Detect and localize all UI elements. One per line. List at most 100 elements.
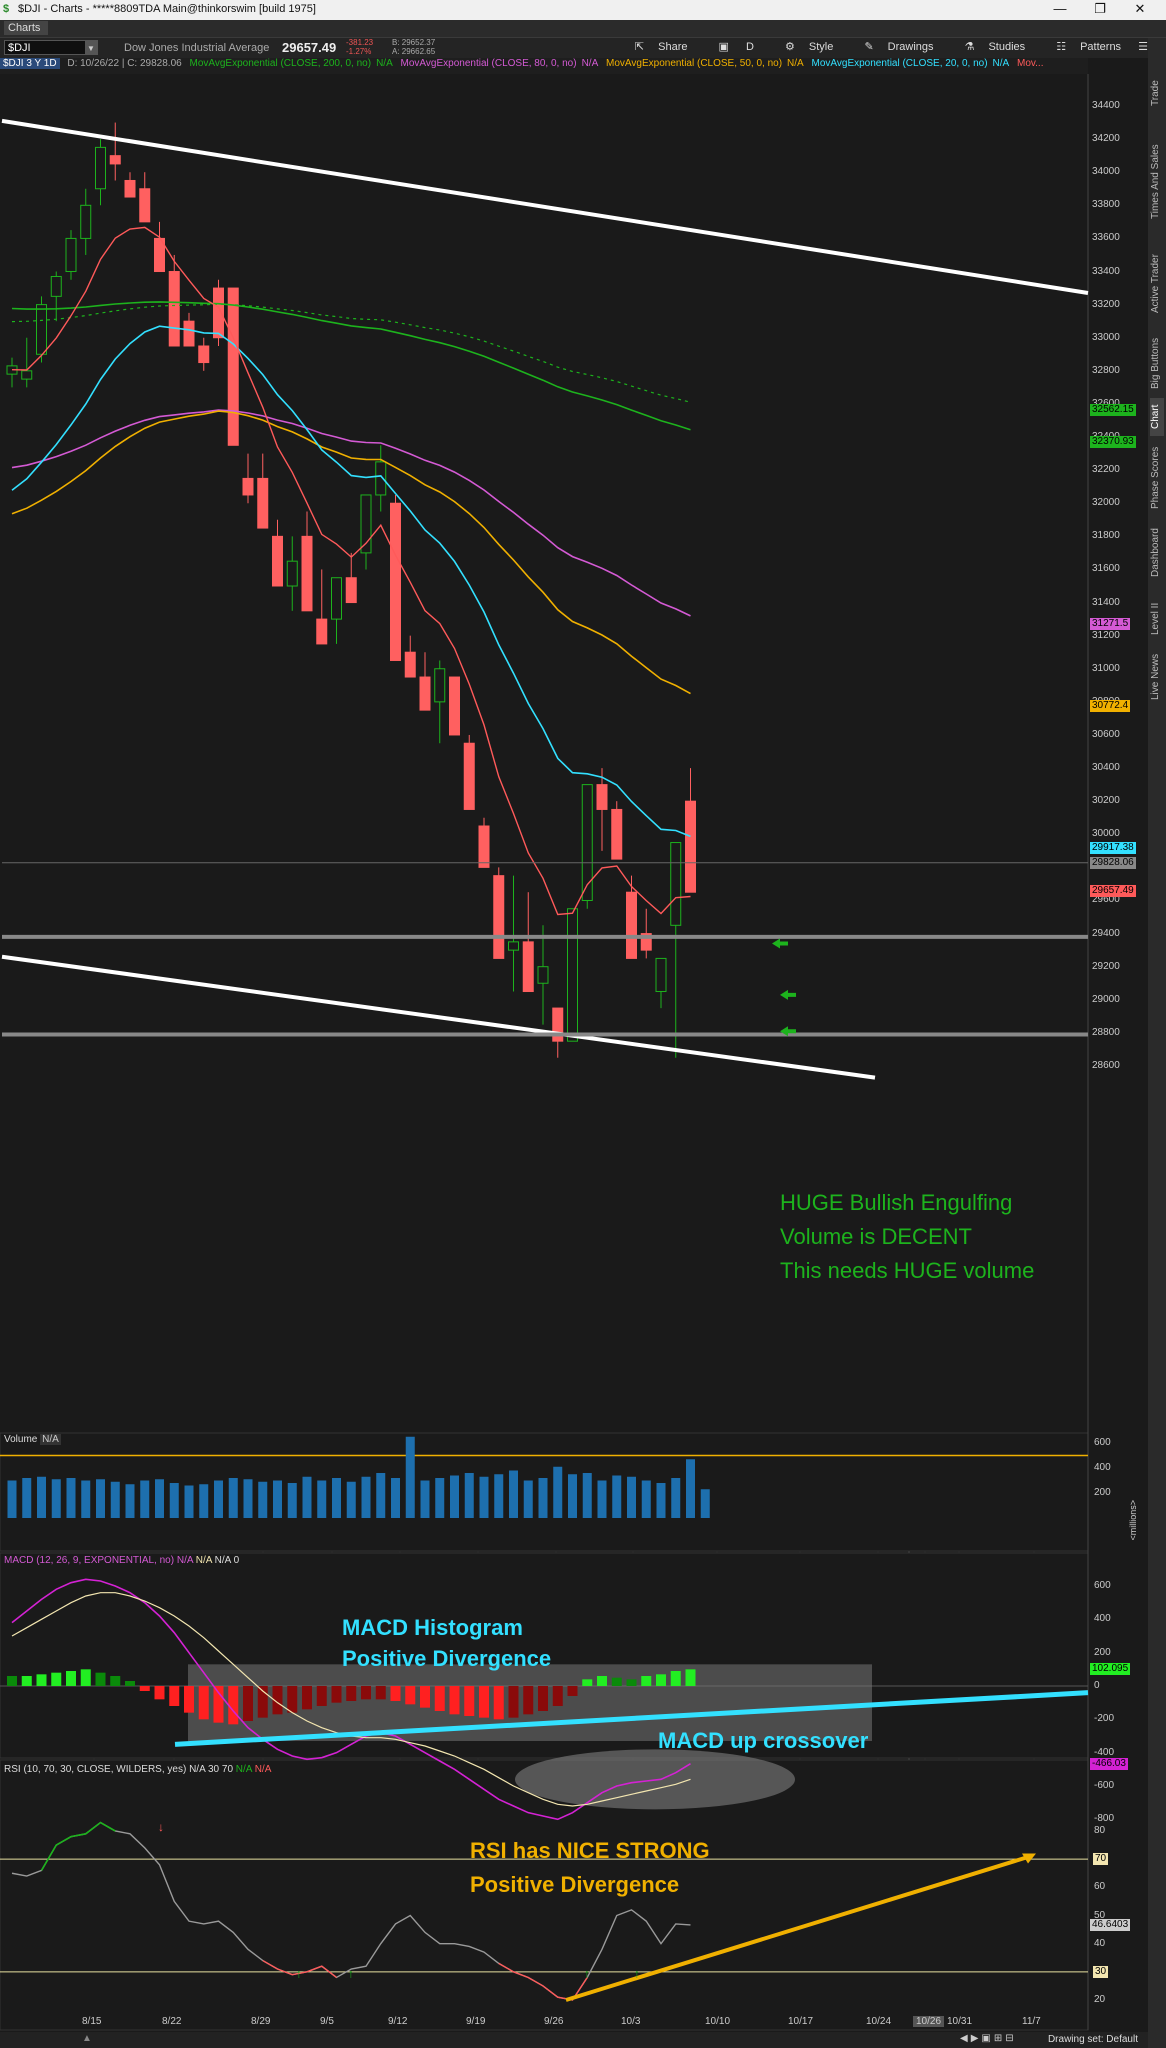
volume-bar (22, 1478, 32, 1518)
volume-pane-label: Volume N/A (4, 1434, 61, 1445)
down-arrow-icon: ↓ (158, 1820, 164, 1834)
macd-tick-label: 600 (1094, 1580, 1111, 1591)
right-tab-active-trader[interactable]: Active Trader (1150, 243, 1164, 325)
restore-icon[interactable]: ❐ (1080, 1, 1120, 17)
volume-bar (686, 1459, 695, 1518)
up-arrow-icon: ↑ (296, 1966, 302, 1980)
date-tick-label: 8/22 (162, 2016, 182, 2027)
candle-body (375, 461, 387, 496)
minimize-icon[interactable]: — (1040, 1, 1080, 16)
price-tick-label: 31800 (1092, 530, 1120, 542)
price-tag: 32562.15 (1090, 404, 1136, 417)
right-tab-live-news[interactable]: Live News (1150, 646, 1164, 708)
candle-body (242, 477, 254, 496)
right-tab-times-and-sales[interactable]: Times And Sales (1150, 128, 1164, 236)
candle-body (272, 535, 283, 587)
price-tick-label: 31600 (1092, 563, 1120, 575)
volume-label: Volume (4, 1434, 38, 1445)
macd-histogram-bar (479, 1686, 489, 1718)
price-tag: 32370.93 (1090, 435, 1136, 448)
macd-histogram-bar (287, 1686, 298, 1713)
right-tab-big-buttons[interactable]: Big Buttons (1150, 328, 1164, 398)
volume-bar (199, 1484, 209, 1518)
volume-bar (140, 1480, 150, 1518)
volume-bar (66, 1478, 76, 1518)
candle-body (522, 941, 534, 993)
volume-bar (51, 1479, 61, 1518)
volume-bar (317, 1480, 327, 1518)
right-tab-chart[interactable]: Chart (1150, 398, 1164, 436)
price-tick-label: 33800 (1092, 199, 1120, 211)
right-tab-trade[interactable]: Trade (1150, 68, 1164, 118)
up-arrow-icon: ↑ (584, 1966, 590, 1980)
volume-bar (214, 1480, 223, 1518)
date-tick-label: 9/26 (544, 2016, 564, 2027)
candle-body (537, 966, 549, 984)
volume-bar (37, 1476, 46, 1518)
macd-histogram-bar (243, 1686, 253, 1721)
date-tick-label: 10/10 (705, 2016, 731, 2027)
macd-histogram-bar (538, 1686, 548, 1711)
rsi-line-1: RSI has NICE STRONG (470, 1838, 710, 1863)
volume-bar (7, 1480, 17, 1518)
rsi-value-tag: 46.6403 (1090, 1918, 1131, 1931)
price-tag: 30772.4 (1090, 700, 1131, 713)
macd-na1: N/A (176, 1555, 193, 1566)
date-tick-label: 10/31 (947, 2016, 973, 2027)
macd-histogram-bar (198, 1686, 209, 1720)
macd-histogram-bar (375, 1686, 386, 1700)
macd-hist-line-2: Positive Divergence (342, 1646, 552, 1671)
volume-bar (494, 1474, 504, 1518)
price-chart[interactable]: 8/19/229/16/2210/21/22 ↓↑↑↑↑ (0, 38, 1148, 2048)
date-tick-label: 10/24 (866, 2016, 892, 2027)
macd-histogram-bar (493, 1686, 504, 1720)
candle-body (257, 477, 269, 529)
candle-body (227, 287, 239, 446)
scroll-up-icon[interactable]: ▲ (82, 2033, 92, 2044)
macd-histogram-bar (390, 1686, 401, 1701)
volume-bar (125, 1484, 135, 1518)
close-icon[interactable]: ✕ (1120, 1, 1160, 17)
engulf-line-2: Volume is DECENT (780, 1224, 972, 1249)
date-tick-label: 9/5 (320, 2016, 334, 2027)
candle-body (404, 651, 416, 678)
right-tab-phase-scores[interactable]: Phase Scores (1150, 438, 1164, 518)
volume-bar (641, 1480, 651, 1518)
macd-histogram-bar (125, 1681, 135, 1686)
macd-histogram-bar (523, 1686, 534, 1715)
candle-body (685, 800, 696, 893)
price-tick-label: 34400 (1092, 100, 1120, 111)
candle-body (463, 742, 475, 810)
rsi-na: N/A (189, 1764, 206, 1775)
candle-body (434, 668, 446, 703)
volume-bar (627, 1476, 636, 1518)
price-tick-label: 32200 (1092, 464, 1120, 476)
volume-tick-label: 600 (1094, 1437, 1111, 1448)
macd-na2: N/A (195, 1555, 212, 1566)
date-tick-label: 8/29 (251, 2016, 271, 2027)
right-tab-level-ii[interactable]: Level II (1150, 594, 1164, 644)
volume-bar (582, 1473, 592, 1518)
macd-histogram-bar (656, 1674, 666, 1686)
zoom-controls-icon[interactable]: ◀▶▣⊞⊟ (960, 2033, 1017, 2044)
price-tick-label: 30200 (1092, 795, 1120, 807)
tab-charts[interactable]: Charts (4, 21, 49, 35)
right-tab-dashboard[interactable]: Dashboard (1150, 518, 1164, 588)
macd-histogram-bar (95, 1672, 106, 1686)
macd-histogram-bar (139, 1686, 150, 1691)
price-tick-label: 30400 (1092, 762, 1120, 774)
rsi-tick-label: 40 (1094, 1937, 1106, 1949)
candle-body (419, 676, 431, 711)
price-tick-label: 32000 (1092, 497, 1120, 509)
up-arrow-icon: ↑ (348, 1966, 354, 1980)
rsi-line-2: Positive Divergence (470, 1872, 680, 1897)
volume-bar (597, 1480, 607, 1518)
up-arrow-icon: ↑ (634, 1966, 640, 1980)
macd-histogram-bar (420, 1686, 430, 1708)
candle-body (36, 304, 47, 355)
volume-bar (656, 1483, 666, 1518)
candle-body (109, 155, 121, 165)
drawing-set-label: Drawing set: Default (1047, 2034, 1138, 2045)
candle-body (95, 146, 106, 190)
macd-crossover-annotation: MACD up crossover (658, 1728, 869, 1753)
